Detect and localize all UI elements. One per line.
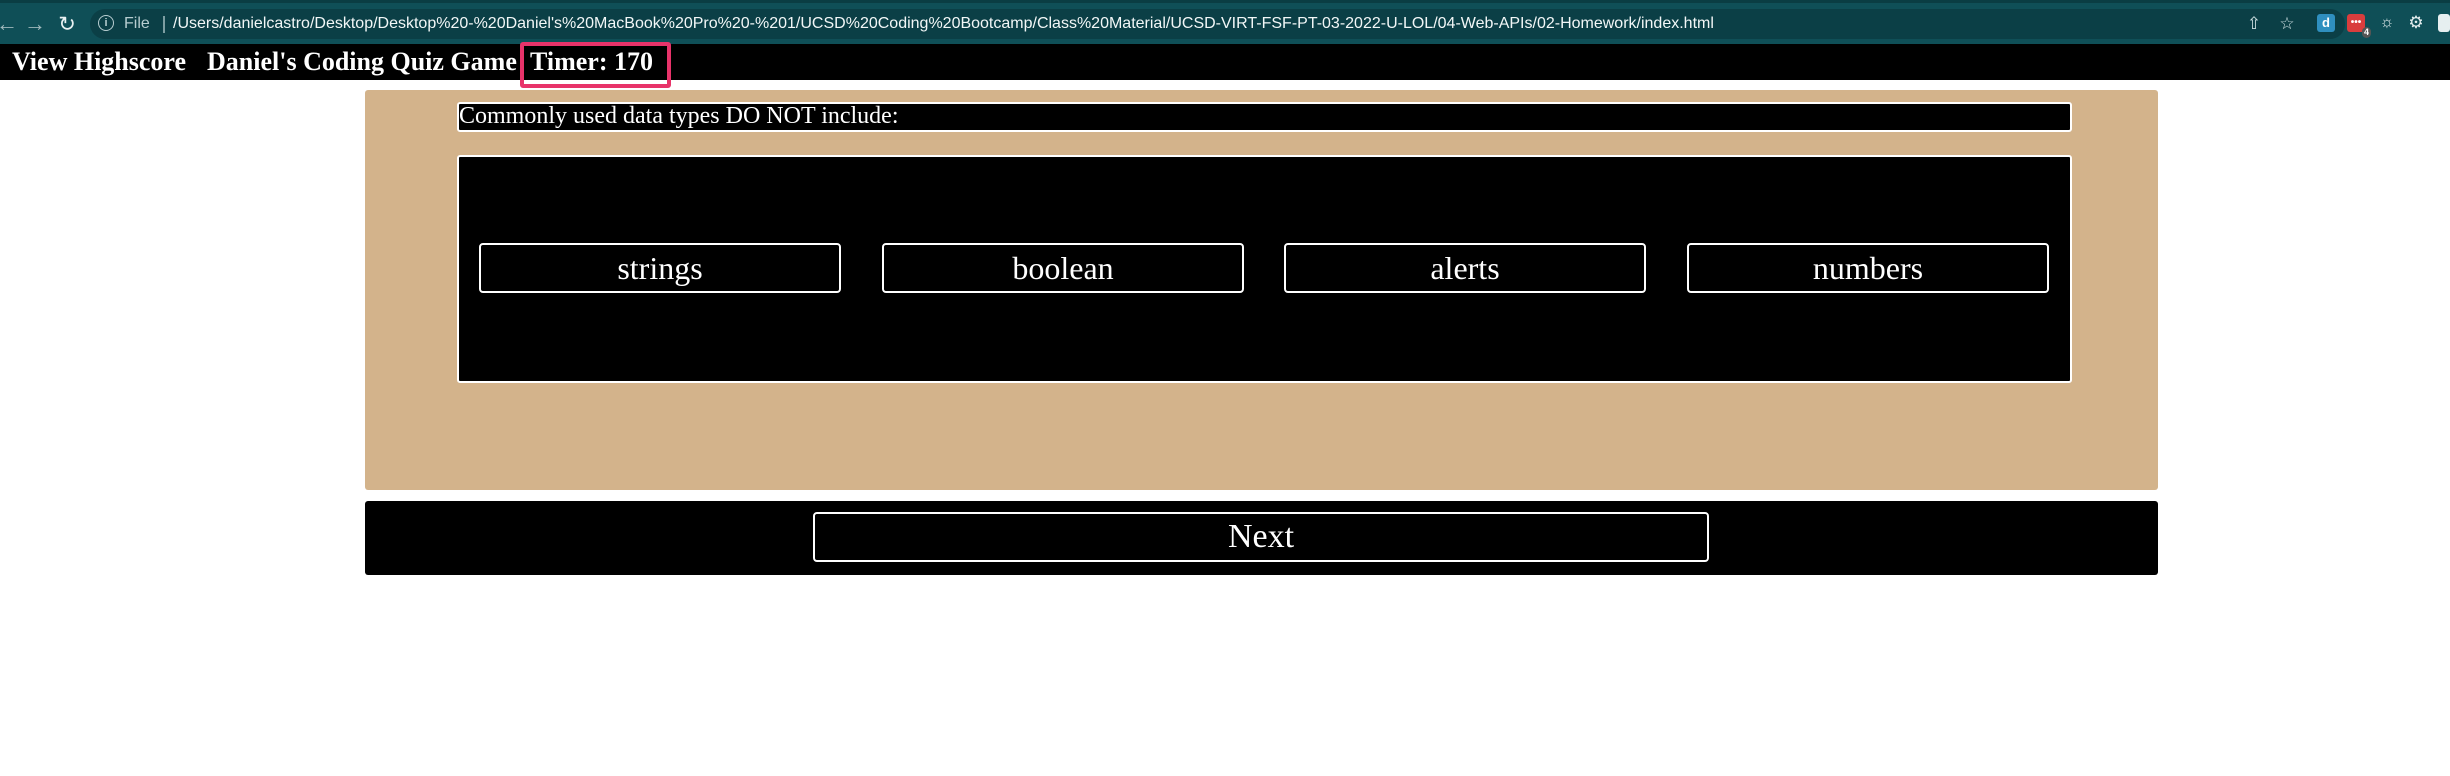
share-icon[interactable]: ⇧ (2244, 14, 2264, 34)
forward-icon[interactable]: → (22, 11, 48, 37)
answer-button-numbers[interactable]: numbers (1687, 243, 2049, 293)
bookmark-star-icon[interactable]: ☆ (2277, 14, 2297, 34)
answer-button-strings[interactable]: strings (479, 243, 841, 293)
extension-badge-count: 4 (2361, 27, 2371, 38)
timer-highlight-box (520, 42, 671, 88)
next-bar: Next (365, 501, 2158, 575)
view-highscore-link[interactable]: View Highscore (12, 47, 186, 77)
address-bar[interactable]: i File /Users/danielcastro/Desktop/Deskt… (90, 9, 2345, 39)
url-text[interactable]: /Users/danielcastro/Desktop/Desktop%20-%… (163, 15, 1714, 33)
question-box: Commonly used data types DO NOT include: (457, 102, 2072, 132)
answer-button-alerts[interactable]: alerts (1284, 243, 1646, 293)
extension-circle-icon[interactable]: ☼ (2378, 14, 2396, 32)
extension-d-icon[interactable]: d (2317, 14, 2335, 32)
next-button[interactable]: Next (813, 512, 1709, 562)
page-header: View Highscore Daniel's Coding Quiz Game… (0, 44, 2450, 80)
answer-button-boolean[interactable]: boolean (882, 243, 1244, 293)
question-text: Commonly used data types DO NOT include: (459, 103, 899, 129)
browser-toolbar: ← → ↻ i File /Users/danielcastro/Desktop… (0, 0, 2450, 44)
extension-gear-icon[interactable]: ⚙ (2407, 14, 2425, 32)
answers-container: strings boolean alerts numbers (457, 155, 2072, 383)
back-icon[interactable]: ← (0, 11, 20, 37)
extension-badge-icon[interactable]: ••• 4 (2347, 14, 2371, 38)
page-title: Daniel's Coding Quiz Game (207, 47, 517, 76)
reload-icon[interactable]: ↻ (54, 11, 80, 37)
info-icon[interactable]: i (98, 15, 114, 31)
file-label: File (124, 15, 150, 32)
extension-partial-icon[interactable] (2438, 14, 2450, 32)
